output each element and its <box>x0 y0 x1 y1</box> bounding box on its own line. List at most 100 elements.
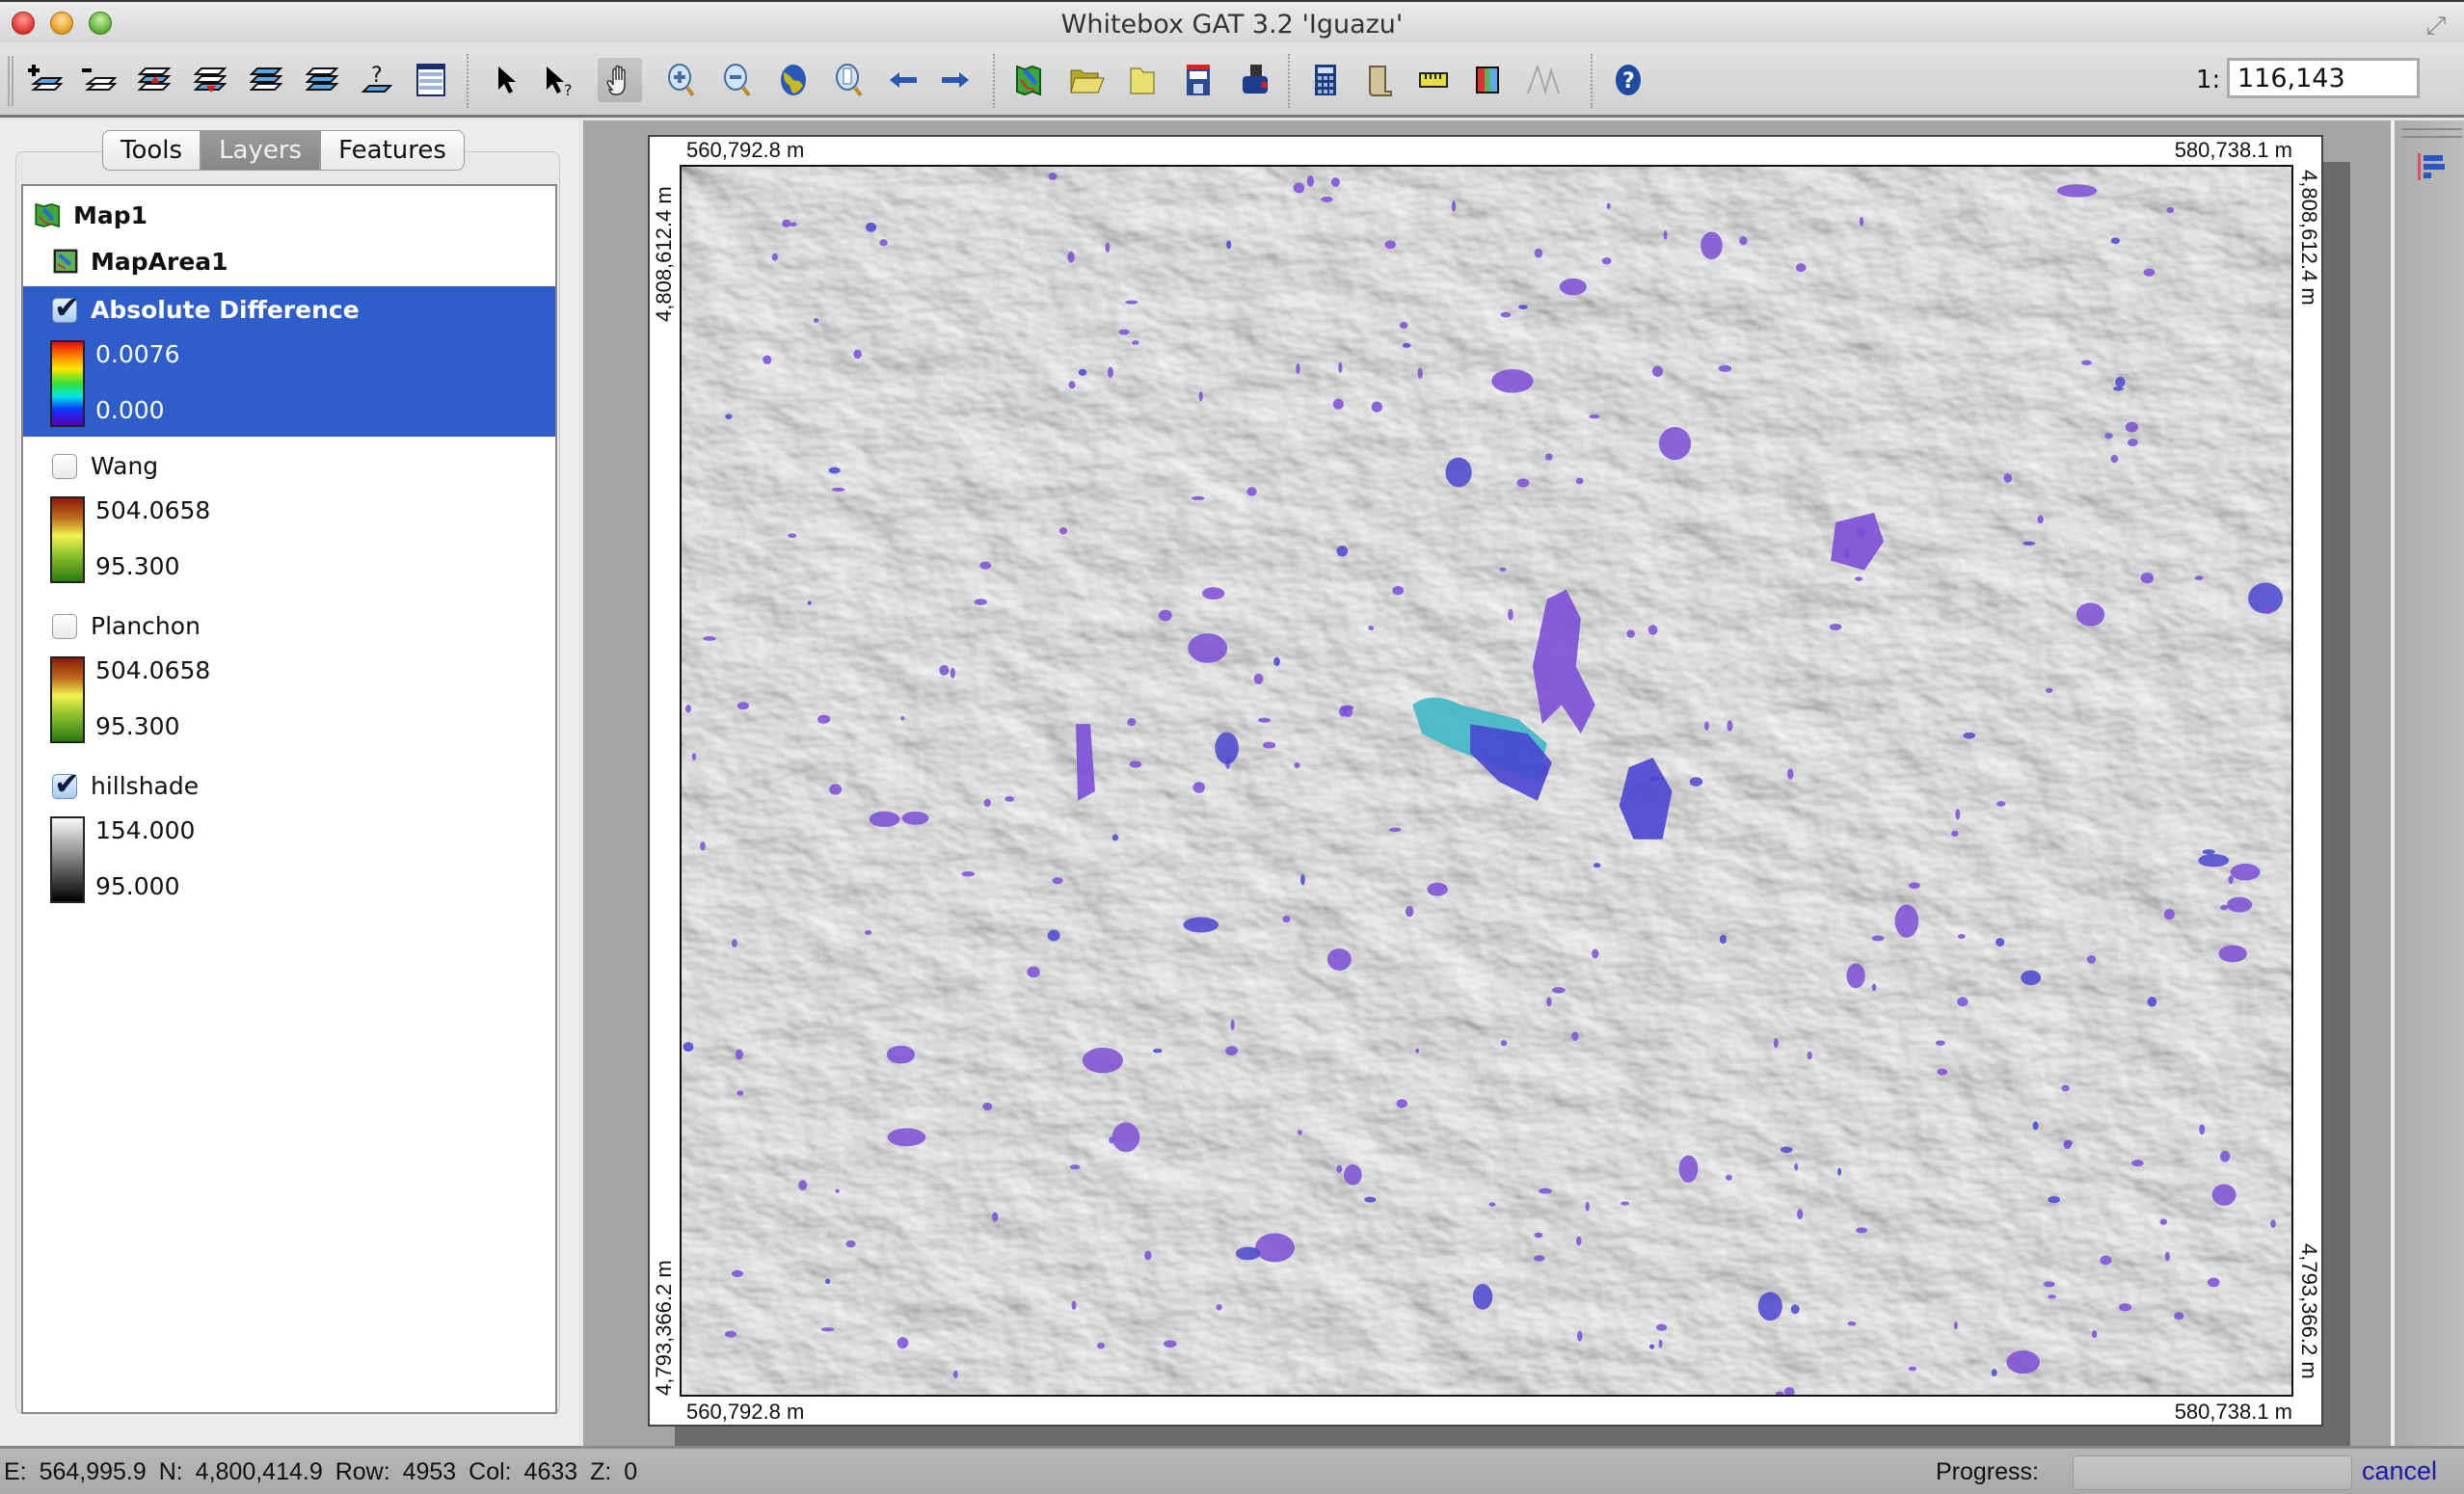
bottom-right-northing: 4,793,366.2 m <box>2297 1243 2321 1379</box>
toolbar-grip[interactable] <box>8 56 13 106</box>
difference-patch <box>1107 366 1113 379</box>
fullscreen-icon[interactable]: ⤢ <box>2422 12 2451 40</box>
layer-item-planchon[interactable]: Planchon 504.0658 95.300 <box>23 606 555 757</box>
lower-layer-icon <box>193 67 228 93</box>
raise-layer-button[interactable] <box>133 58 177 102</box>
difference-patch <box>2118 1303 2131 1312</box>
zoom-to-page-button[interactable] <box>827 58 871 102</box>
layer-visibility-checkbox[interactable] <box>52 765 80 802</box>
difference-patch <box>703 636 716 641</box>
difference-patch <box>1068 381 1076 389</box>
layer-visibility-checkbox[interactable] <box>52 289 80 326</box>
difference-patch <box>2147 997 2157 1007</box>
attribute-table-button[interactable] <box>409 58 453 102</box>
layer-query-button[interactable]: ? <box>355 58 399 102</box>
open-folder-button[interactable] <box>1120 58 1165 102</box>
toolbar-separator <box>993 54 995 108</box>
difference-patch <box>1500 1039 1508 1047</box>
difference-patch <box>1282 915 1291 923</box>
difference-patch <box>1908 1366 1917 1372</box>
grey-palette-ramp <box>50 816 85 903</box>
help-button[interactable]: ? <box>1606 58 1650 102</box>
difference-patch <box>1384 240 1397 250</box>
layer-to-top-button[interactable] <box>245 58 289 102</box>
layer-item-absolute-difference[interactable]: Absolute Difference 0.0076 0.000 <box>23 286 555 437</box>
full-extent-button[interactable] <box>771 58 816 102</box>
next-extent-button[interactable] <box>933 58 978 102</box>
scroll-icon <box>1369 66 1392 96</box>
difference-patch <box>813 318 819 323</box>
left-panel: Tools Layers Features Map1 MapArea1 Abso… <box>0 120 578 1446</box>
layer-visibility-checkbox[interactable] <box>52 613 77 639</box>
map-name: Map1 <box>73 200 148 229</box>
feature-panel-icon[interactable] <box>2416 151 2447 182</box>
difference-patch <box>1226 240 1232 250</box>
identify-button[interactable]: ? <box>536 58 580 102</box>
difference-patch <box>789 222 797 227</box>
difference-patch <box>1995 937 2005 947</box>
tab-tools[interactable]: Tools <box>102 130 201 171</box>
difference-patch <box>1340 705 1354 710</box>
difference-patch <box>1571 1031 1579 1041</box>
previous-extent-button[interactable] <box>881 58 925 102</box>
scripter-button[interactable] <box>1357 58 1402 102</box>
difference-patch <box>1069 1164 1081 1170</box>
profile-icon <box>1527 63 1560 95</box>
difference-patch <box>2131 1160 2144 1167</box>
palette-manager-button[interactable] <box>1465 58 1510 102</box>
difference-patch <box>2003 473 2013 483</box>
layer-item-hillshade[interactable]: hillshade 154.000 95.000 <box>23 765 555 917</box>
remove-layer-button[interactable] <box>77 58 121 102</box>
layer-to-bottom-button[interactable] <box>301 58 345 102</box>
open-map-button[interactable] <box>1064 58 1109 102</box>
profile-button[interactable] <box>1521 58 1566 102</box>
difference-patch <box>1192 782 1205 793</box>
cancel-link[interactable]: cancel <box>2362 1456 2437 1486</box>
print-map-button[interactable] <box>1232 58 1276 102</box>
difference-patch <box>1545 453 1553 461</box>
layer-visibility-checkbox[interactable] <box>52 453 77 479</box>
difference-patch <box>1235 1246 1261 1261</box>
map-scale-input[interactable] <box>2227 58 2420 98</box>
tab-layers[interactable]: Layers <box>201 130 321 171</box>
layer-name: Absolute Difference <box>91 296 360 324</box>
difference-patch <box>2143 268 2156 277</box>
zoom-out-button[interactable] <box>715 58 760 102</box>
difference-patch <box>1606 202 1611 209</box>
title-bar: Whitebox GAT 3.2 'Iguazu' ⤢ <box>0 0 2464 42</box>
raster-calculator-button[interactable] <box>1303 58 1348 102</box>
layer-item-wang[interactable]: Wang 504.0658 95.300 <box>23 446 555 597</box>
difference-patch <box>1004 796 1015 802</box>
tree-item-map[interactable]: Map1 <box>23 194 555 236</box>
difference-patch <box>684 705 691 713</box>
difference-patch <box>1626 629 1635 638</box>
difference-patch <box>1415 1048 1420 1054</box>
difference-patch <box>2115 376 2126 387</box>
map-canvas[interactable] <box>680 165 2293 1397</box>
tab-features[interactable]: Features <box>320 130 465 171</box>
difference-patch <box>1129 760 1142 768</box>
pan-button[interactable] <box>598 58 642 102</box>
difference-patch <box>1601 257 1612 265</box>
lower-layer-button[interactable] <box>189 58 233 102</box>
dock-grip[interactable] <box>2402 128 2462 138</box>
new-map-button[interactable] <box>1008 58 1053 102</box>
select-button[interactable] <box>482 58 526 102</box>
tree-item-map-area[interactable]: MapArea1 <box>23 240 555 282</box>
zoom-in-button[interactable] <box>659 58 704 102</box>
difference-patch <box>887 1128 926 1147</box>
map-view[interactable]: 560,792.8 m 580,738.1 m 560,792.8 m 580,… <box>583 120 2391 1446</box>
zoom-page-icon <box>836 64 863 97</box>
difference-patch <box>1995 801 2006 807</box>
measure-button[interactable] <box>1411 58 1456 102</box>
save-map-button[interactable] <box>1176 58 1220 102</box>
difference-patch <box>1048 173 1058 180</box>
difference-patch <box>979 561 992 570</box>
add-layer-button[interactable] <box>23 58 67 102</box>
difference-patch <box>2021 970 2042 986</box>
map-area-icon <box>53 249 78 274</box>
layer-name: Planchon <box>91 612 201 640</box>
difference-patch <box>1451 200 1457 212</box>
difference-patch <box>1575 1236 1582 1246</box>
layer-name: Wang <box>91 452 159 480</box>
